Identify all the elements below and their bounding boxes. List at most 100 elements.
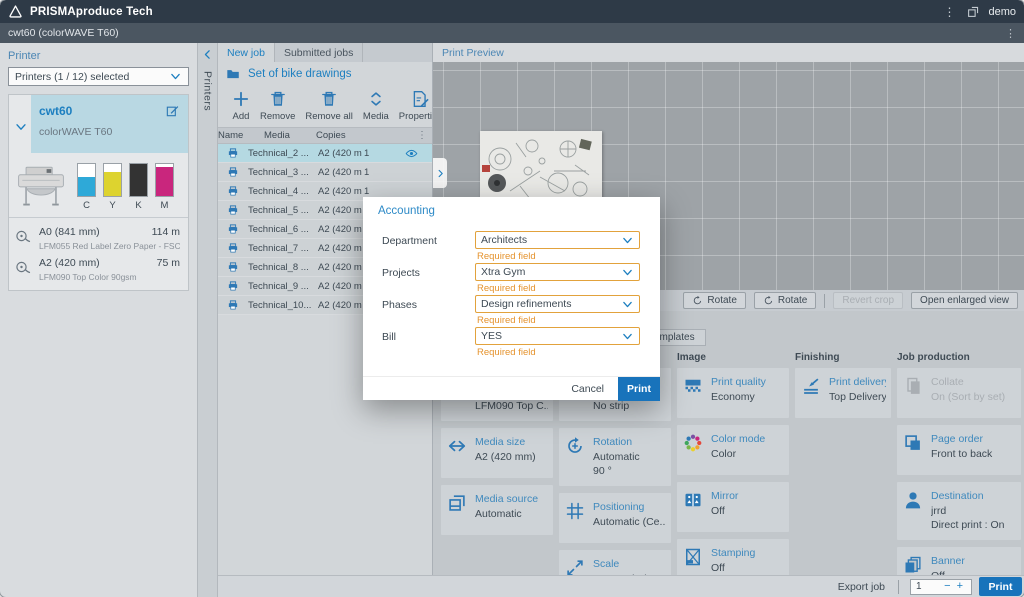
job-copies: 1: [364, 186, 384, 197]
job-media: A2 (420 m: [318, 243, 364, 254]
media-roll-row[interactable]: A2 (420 mm) 75 m LFM090 Top Color 90gsm: [9, 253, 188, 284]
copies-increase-button[interactable]: +: [954, 581, 966, 592]
setting-tile[interactable]: Media source Automatic: [441, 485, 553, 535]
chevron-down-icon: [621, 266, 634, 279]
printers-strip-label[interactable]: Printers: [202, 71, 214, 111]
field-dropdown[interactable]: YES: [475, 327, 640, 345]
divider: [824, 294, 825, 308]
media-roll-row[interactable]: A0 (841 mm) 114 m LFM055 Red Label Zero …: [9, 222, 188, 253]
setting-tile[interactable]: Destination jrrd Direct print : On: [897, 482, 1021, 540]
job-row[interactable]: Technical_2 ... A2 (420 m 1: [218, 144, 432, 163]
setting-value: Front to back: [931, 447, 1016, 461]
setting-tile-icon: [683, 433, 705, 455]
ink-label: M: [161, 200, 169, 211]
chevron-down-icon: [621, 298, 634, 311]
ink-label: K: [135, 200, 141, 211]
job-row[interactable]: Technical_3 ... A2 (420 m 1: [218, 163, 432, 182]
copies-decrease-button[interactable]: −: [941, 581, 953, 592]
copies-value[interactable]: 1: [916, 581, 941, 592]
field-dropdown[interactable]: Architects: [475, 231, 640, 249]
setting-tile-icon: [565, 501, 587, 523]
copies-stepper[interactable]: 1 − +: [910, 579, 972, 595]
media-roll-list: A0 (841 mm) 114 m LFM055 Red Label Zero …: [9, 217, 188, 290]
printer-selector[interactable]: Printers (1 / 12) selected: [8, 67, 189, 86]
rotate-right-button[interactable]: Rotate: [754, 292, 816, 309]
setting-title: Rotation: [593, 435, 666, 450]
open-enlarged-view-button[interactable]: Open enlarged view: [911, 292, 1018, 309]
rotate-left-button[interactable]: Rotate: [683, 292, 745, 309]
setting-tile[interactable]: Positioning Automatic (Ce...: [559, 493, 671, 543]
job-name: Technical_9 ...: [248, 281, 318, 292]
toolbar-button[interactable]: Properties: [395, 90, 432, 122]
titlebar-menu-icon[interactable]: [943, 5, 955, 19]
table-menu-icon[interactable]: [417, 130, 427, 141]
column-header[interactable]: Media: [264, 130, 316, 141]
job-document-icon: [227, 280, 239, 292]
media-roll-remaining: 75 m: [157, 257, 180, 269]
required-field-hint: Required field: [477, 251, 640, 262]
app-title: PRISMAproduce Tech: [30, 6, 153, 18]
setting-tile[interactable]: Print delivery Top Delivery T...: [795, 368, 891, 418]
setting-tile[interactable]: Media size A2 (420 mm): [441, 428, 553, 478]
field-dropdown[interactable]: Design refinements: [475, 295, 640, 313]
print-preview-header: Print Preview: [433, 43, 1024, 62]
setting-tile[interactable]: Collate On (Sort by set): [897, 368, 1021, 418]
setting-tile[interactable]: Mirror Off: [677, 482, 789, 532]
toolbar-icon: [367, 90, 385, 108]
setting-tile[interactable]: Page order Front to back: [897, 425, 1021, 475]
field-dropdown[interactable]: Xtra Gym: [475, 263, 640, 281]
setting-value: Automatic (Ce...: [593, 515, 666, 529]
toolbar-button[interactable]: Media: [359, 90, 393, 122]
job-set-row[interactable]: Set of bike drawings: [218, 62, 432, 85]
export-job-button[interactable]: Export job: [838, 581, 885, 593]
job-name: Technical_10...: [248, 300, 318, 311]
required-field-hint: Required field: [477, 347, 640, 358]
ink-level: Y: [103, 163, 122, 211]
field-label: Phases: [382, 295, 475, 326]
setting-tile[interactable]: Rotation Automatic 90 °: [559, 428, 671, 486]
preview-eye-icon[interactable]: [405, 147, 418, 160]
print-button[interactable]: Print: [979, 577, 1022, 596]
expand-preview-handle[interactable]: [433, 158, 447, 188]
printer-card-header[interactable]: cwt60 colorWAVE T60: [31, 95, 188, 153]
chevron-down-icon: [621, 234, 634, 247]
dropdown-value: Architects: [481, 234, 621, 246]
printer-panel: Printer Printers (1 / 12) selected cwt60…: [0, 43, 197, 597]
section-header: Finishing: [795, 352, 891, 368]
app-switcher-icon[interactable]: [967, 5, 980, 18]
setting-title: Banner: [931, 554, 1016, 569]
setting-tile[interactable]: Print quality Economy: [677, 368, 789, 418]
printers-collapse-strip: Printers: [197, 43, 218, 597]
bottom-bar: Export job 1 − + Print: [218, 575, 1024, 597]
edit-printer-icon[interactable]: [165, 103, 180, 118]
setting-value: Off: [711, 504, 784, 518]
setting-tile[interactable]: Color mode Color: [677, 425, 789, 475]
collapse-printer-icon[interactable]: [14, 120, 28, 134]
required-field-hint: Required field: [477, 315, 640, 326]
settings-column-image: Image Print quality Economy Color mode C…: [677, 352, 789, 596]
job-name: Technical_5 ...: [248, 205, 318, 216]
toolbar-button[interactable]: Add: [228, 90, 254, 122]
toolbar-button[interactable]: Remove: [256, 90, 299, 122]
toolbar-label: Remove: [260, 111, 295, 122]
revert-crop-button[interactable]: Revert crop: [833, 292, 903, 309]
dialog-print-button[interactable]: Print: [618, 377, 660, 401]
job-document-icon: [227, 204, 239, 216]
toolbar-button[interactable]: Remove all: [301, 90, 357, 122]
tab-new-job[interactable]: New job: [218, 43, 275, 62]
section-header: Image: [677, 352, 789, 368]
column-header[interactable]: Copies: [316, 130, 346, 141]
column-header[interactable]: Name: [218, 130, 264, 141]
toolbar-label: Remove all: [305, 111, 353, 122]
user-name[interactable]: demo: [988, 6, 1016, 18]
tab-submitted-jobs[interactable]: Submitted jobs: [275, 43, 363, 62]
job-name: Technical_6 ...: [248, 224, 318, 235]
ink-levels: C Y K: [77, 163, 174, 211]
cancel-button[interactable]: Cancel: [557, 377, 618, 401]
setting-value-2: Direct print : On: [931, 518, 1016, 532]
job-name: Technical_8 ...: [248, 262, 318, 273]
collapse-panel-icon[interactable]: [201, 48, 214, 61]
setting-tile-icon: [447, 436, 469, 458]
setting-title: Print delivery: [829, 375, 886, 390]
context-menu-icon[interactable]: [1005, 27, 1016, 40]
